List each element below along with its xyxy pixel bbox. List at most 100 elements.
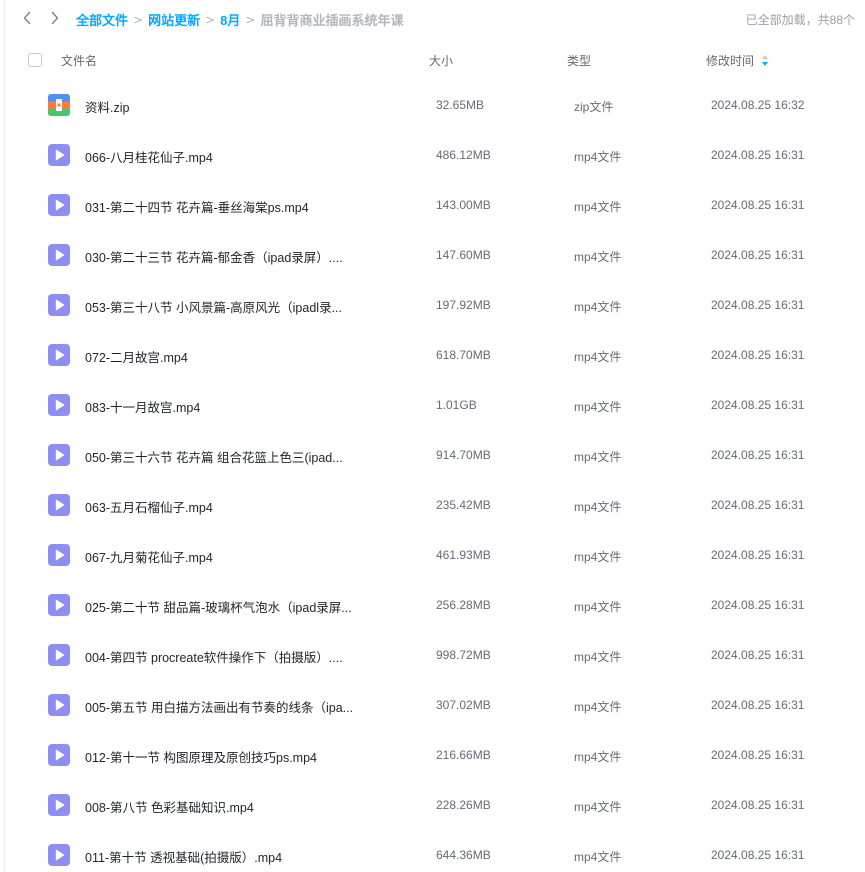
file-row[interactable]: 066-八月桂花仙子.mp4 486.12MB mp4文件 2024.08.25 16… — [0, 130, 865, 180]
load-status-text: 已全部加载，共88个 — [745, 13, 855, 27]
file-modified-time: 2024.08.25 16:31 — [711, 348, 805, 362]
file-size: 1.01GB — [436, 398, 477, 412]
file-name[interactable]: 053-第三十八节 小风景篇-高原风光（ipadl录... — [85, 297, 342, 316]
video-file-icon — [48, 544, 70, 566]
file-type: mp4文件 — [574, 250, 622, 264]
file-row[interactable]: 004-第四节 procreate软件操作下（拍摄版）.... 998.72MB m… — [0, 630, 865, 680]
file-row[interactable]: 008-第八节 色彩基础知识.mp4 228.26MB mp4文件 2024.08.2… — [0, 780, 865, 830]
file-type: mp4文件 — [574, 300, 622, 314]
file-name[interactable]: 083-十一月故宫.mp4 — [85, 397, 200, 416]
breadcrumb-august[interactable]: 8月 — [220, 10, 240, 29]
file-type: mp4文件 — [574, 150, 622, 164]
file-row[interactable]: 资料.zip 32.65MB zip文件 2024.08.25 16:32 — [0, 80, 865, 130]
sort-icon — [762, 55, 769, 66]
file-size: 914.70MB — [436, 448, 491, 462]
file-name[interactable]: 030-第二十三节 花卉篇-郁金香（ipad录屏）.... — [85, 247, 343, 266]
file-icon — [48, 544, 70, 566]
file-size: 256.28MB — [436, 598, 491, 612]
video-file-icon — [48, 394, 70, 416]
breadcrumb-all-files[interactable]: 全部文件 — [76, 10, 128, 29]
file-name[interactable]: 025-第二十节 甜品篇-玻璃杯气泡水（ipad录屏... — [85, 597, 352, 616]
file-modified-time: 2024.08.25 16:32 — [711, 98, 805, 112]
file-name[interactable]: 005-第五节 用白描方法画出有节奏的线条（ipa... — [85, 697, 353, 716]
file-type: mp4文件 — [574, 450, 622, 464]
file-row[interactable]: 025-第二十节 甜品篇-玻璃杯气泡水（ipad录屏... 256.28MB mp4… — [0, 580, 865, 630]
video-file-icon — [48, 294, 70, 316]
file-name[interactable]: 011-第十节 透视基础(拍摄版）.mp4 — [85, 847, 282, 866]
chevron-right-icon — [51, 11, 59, 25]
file-icon — [48, 794, 70, 816]
file-name[interactable]: 004-第四节 procreate软件操作下（拍摄版）.... — [85, 647, 343, 666]
file-modified-time: 2024.08.25 16:31 — [711, 598, 805, 612]
breadcrumb-current-folder: 屈背背商业插画系统年课 — [260, 13, 404, 28]
file-row[interactable]: 011-第十节 透视基础(拍摄版）.mp4 644.36MB mp4文件 2024.0… — [0, 830, 865, 872]
file-name[interactable]: 008-第八节 色彩基础知识.mp4 — [85, 797, 254, 816]
file-name[interactable]: 012-第十一节 构图原理及原创技巧ps.mp4 — [85, 747, 317, 766]
file-row[interactable]: 063-五月石榴仙子.mp4 235.42MB mp4文件 2024.08.25 16… — [0, 480, 865, 530]
file-modified-time: 2024.08.25 16:31 — [711, 248, 805, 262]
file-name[interactable]: 050-第三十六节 花卉篇 组合花篮上色三(ipad... — [85, 447, 343, 466]
file-icon — [48, 394, 70, 416]
file-icon — [48, 244, 70, 266]
file-row[interactable]: 053-第三十八节 小风景篇-高原风光（ipadl录... 197.92MB mp4… — [0, 280, 865, 330]
file-name[interactable]: 072-二月故宫.mp4 — [85, 347, 188, 366]
video-file-icon — [48, 694, 70, 716]
file-size: 618.70MB — [436, 348, 491, 362]
file-icon — [48, 744, 70, 766]
file-name[interactable]: 063-五月石榴仙子.mp4 — [85, 497, 213, 516]
file-row[interactable]: 050-第三十六节 花卉篇 组合花篮上色三(ipad... 914.70MB mp4… — [0, 430, 865, 480]
select-all-checkbox[interactable] — [28, 53, 42, 67]
file-type: mp4文件 — [574, 500, 622, 514]
file-modified-time: 2024.08.25 16:31 — [711, 498, 805, 512]
file-type: mp4文件 — [574, 600, 622, 614]
forward-button[interactable] — [45, 8, 65, 28]
file-row[interactable]: 067-九月菊花仙子.mp4 461.93MB mp4文件 2024.08.25 16… — [0, 530, 865, 580]
file-type: mp4文件 — [574, 200, 622, 214]
file-icon — [48, 644, 70, 666]
file-icon — [48, 144, 70, 166]
file-modified-time: 2024.08.25 16:31 — [711, 548, 805, 562]
column-header-size[interactable]: 大小 — [429, 52, 453, 69]
file-modified-time: 2024.08.25 16:31 — [711, 798, 805, 812]
file-row[interactable]: 031-第二十四节 花卉篇-垂丝海棠ps.mp4 143.00MB mp4文件 202… — [0, 180, 865, 230]
file-modified-time: 2024.08.25 16:31 — [711, 698, 805, 712]
file-size: 461.93MB — [436, 548, 491, 562]
file-size: 228.26MB — [436, 798, 491, 812]
file-modified-time: 2024.08.25 16:31 — [711, 398, 805, 412]
video-file-icon — [48, 794, 70, 816]
video-file-icon — [48, 644, 70, 666]
video-file-icon — [48, 144, 70, 166]
video-file-icon — [48, 194, 70, 216]
file-modified-time: 2024.08.25 16:31 — [711, 198, 805, 212]
file-row[interactable]: 005-第五节 用白描方法画出有节奏的线条（ipa... 307.02MB mp4文… — [0, 680, 865, 730]
file-row[interactable]: 030-第二十三节 花卉篇-郁金香（ipad录屏）.... 147.60MB mp4… — [0, 230, 865, 280]
file-size: 307.02MB — [436, 698, 491, 712]
file-row[interactable]: 012-第十一节 构图原理及原创技巧ps.mp4 216.66MB mp4文件 202… — [0, 730, 865, 780]
file-icon — [48, 194, 70, 216]
column-header-name[interactable]: 文件名 — [61, 52, 97, 69]
column-header-type[interactable]: 类型 — [567, 52, 591, 69]
file-name[interactable]: 资料.zip — [85, 97, 129, 116]
file-type: mp4文件 — [574, 850, 622, 864]
file-modified-time: 2024.08.25 16:31 — [711, 748, 805, 762]
file-icon — [48, 694, 70, 716]
video-file-icon — [48, 244, 70, 266]
file-name[interactable]: 067-九月菊花仙子.mp4 — [85, 547, 213, 566]
file-row[interactable]: 072-二月故宫.mp4 618.70MB mp4文件 2024.08.25 16:3… — [0, 330, 865, 380]
file-row[interactable]: 083-十一月故宫.mp4 1.01GB mp4文件 2024.08.25 16:31 — [0, 380, 865, 430]
file-type: mp4文件 — [574, 800, 622, 814]
file-icon — [48, 94, 70, 116]
breadcrumb-separator: > — [133, 12, 144, 27]
back-button[interactable] — [17, 8, 37, 28]
column-header-modified-time[interactable]: 修改时间 — [706, 52, 769, 69]
breadcrumb: 全部文件 > 网站更新 > 8月 > 屈背背商业插画系统年课 — [76, 10, 403, 29]
file-size: 197.92MB — [436, 298, 491, 312]
file-icon — [48, 844, 70, 866]
column-header-row: 文件名 大小 类型 修改时间 — [0, 44, 865, 76]
file-size: 235.42MB — [436, 498, 491, 512]
file-name[interactable]: 066-八月桂花仙子.mp4 — [85, 147, 213, 166]
file-type: mp4文件 — [574, 650, 622, 664]
top-bar: 全部文件 > 网站更新 > 8月 > 屈背背商业插画系统年课 已全部加载，共88… — [0, 0, 865, 38]
breadcrumb-site-updates[interactable]: 网站更新 — [148, 10, 200, 29]
file-name[interactable]: 031-第二十四节 花卉篇-垂丝海棠ps.mp4 — [85, 197, 309, 216]
